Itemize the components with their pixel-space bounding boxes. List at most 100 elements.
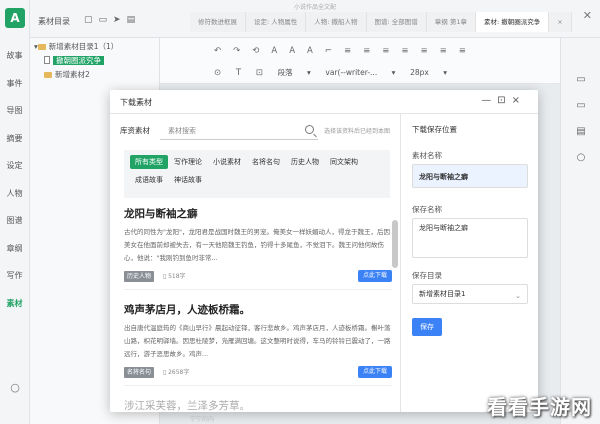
size-select-value: 28px <box>410 68 429 77</box>
paragraph-select[interactable]: 段落 ▾ <box>278 63 311 83</box>
rail-item[interactable]: 导图 <box>0 97 29 125</box>
font-select-value: var(--writer-... <box>325 68 378 77</box>
search-row: 库资素材 素材搜索 选择该资料后已经到本图 <box>120 122 390 140</box>
item-excerpt: 出自唐代温庭筠的《商山早行》晨起动征铎，客行悲故乡。鸡声茅店月，人迹板桥霜。槲叶… <box>124 324 391 358</box>
document-tab[interactable]: 图谱: 全部图谱 <box>366 12 427 32</box>
circle-icon[interactable]: ⊙ <box>214 68 221 78</box>
folder-icon <box>44 72 52 78</box>
tree-item-selected[interactable]: 撤朝圈派究争 <box>30 54 159 68</box>
rail-item[interactable]: 摘要 <box>0 125 29 153</box>
category-chip[interactable]: 成语故事 <box>130 173 168 187</box>
category-chip[interactable]: 所有类型 <box>130 155 168 169</box>
category-chip[interactable]: 写作理论 <box>169 155 207 169</box>
folder-icon[interactable]: ▭ <box>99 15 114 25</box>
list-item[interactable]: 龙阳与断袖之癖 古代的同性为"龙阳"，龙阳君是战国时魏王的男宠。俺美女一样妖媚动… <box>124 206 392 290</box>
font-select[interactable]: var(--writer-... ▾ <box>325 63 395 83</box>
tree-tools: ▢▭➤▤ <box>84 15 141 25</box>
library-label: 库资素材 <box>120 126 150 135</box>
tree-item[interactable]: 新增素材2 <box>30 68 159 82</box>
item-title: 龙阳与断袖之癖 <box>124 208 198 220</box>
category-chip[interactable]: 名将名句 <box>247 155 285 169</box>
rail-item[interactable]: 写作 <box>0 262 29 290</box>
rail-item[interactable]: 事件 <box>0 70 29 98</box>
material-list-pane: 库资素材 素材搜索 选择该资料后已经到本图 所有类型 写作理论 小说素材 名将名句 历史… <box>110 114 401 412</box>
category-filter: 所有类型 写作理论 小说素材 名将名句 历史人物 同文架构成语故事 神话故事 <box>124 150 390 198</box>
rail-item[interactable]: 章纲 <box>0 235 29 263</box>
undo-icon[interactable]: ↶ <box>214 46 221 56</box>
download-button[interactable]: 点此下载 <box>357 270 392 282</box>
left-nav-rail: A 故事 事件 导图 摘要 设定 人物 图谱 章纲 写作 素材 ○ <box>0 0 30 424</box>
category-chip[interactable]: 小说素材 <box>208 155 246 169</box>
minimize-icon[interactable]: — <box>481 95 497 106</box>
save-dir-select[interactable]: 新增素材目录1 ⌄ <box>412 284 528 304</box>
format-clear-icon[interactable]: ⟲ <box>252 46 259 56</box>
rail-item[interactable]: 素材 <box>0 290 29 318</box>
maximize-icon[interactable]: ⊡ <box>497 95 511 106</box>
tree-root[interactable]: ▾ 新增素材目录1（1） <box>30 40 159 54</box>
rail-item[interactable]: 图谱 <box>0 207 29 235</box>
align-center-icon[interactable]: ≡ <box>363 46 370 56</box>
redo-icon[interactable]: ↷ <box>233 46 240 56</box>
link-icon[interactable]: ⌐ <box>325 46 332 56</box>
document-tab[interactable]: 设定: 人物属性 <box>246 12 307 32</box>
app-logo: A <box>5 8 25 28</box>
font-bg-icon[interactable]: A <box>289 46 295 56</box>
category-chip[interactable]: 神话故事 <box>169 173 207 187</box>
document-tab[interactable]: 素材: 撤朝圈派究争 <box>476 12 550 32</box>
import-icon[interactable]: ▤ <box>127 15 142 25</box>
top-toolbar: 小说作品全文配 ✕ 素材目录 ▢▭➤▤ 修符数进框展 设定: 人物属性 人物: 撒船… <box>30 0 600 38</box>
item-title: 涉江采芙蓉，兰泽多芳草。 <box>124 400 250 412</box>
folder-icon[interactable]: ▭ <box>561 74 600 85</box>
window-close-icon[interactable]: ✕ <box>583 9 592 22</box>
watermark-logo: 看看手游网 <box>487 395 592 419</box>
category-chip[interactable]: 历史人物 <box>286 155 324 169</box>
tree-item-label: 新增素材2 <box>55 70 90 79</box>
item-meta: 历史人物 ▯ 518字 点此下载 <box>124 269 392 283</box>
tab-close-icon[interactable]: × <box>549 12 572 32</box>
scrollbar[interactable] <box>392 204 398 410</box>
file-icon[interactable]: ▢ <box>84 15 99 25</box>
text-icon[interactable]: T <box>236 68 241 78</box>
align-left-icon[interactable]: ≡ <box>344 46 351 56</box>
close-icon[interactable]: × <box>512 95 526 106</box>
save-dir-value: 新增素材目录1 <box>419 290 466 298</box>
document-tab[interactable]: 章纲 第1章 <box>426 12 476 32</box>
search-icon[interactable] <box>305 125 314 134</box>
rail-item[interactable]: 故事 <box>0 42 29 70</box>
right-rail: ▭ ▭ ▤ ○ <box>560 38 600 424</box>
outdent-icon[interactable]: ≡ <box>459 46 466 56</box>
list-icon[interactable]: ≡ <box>420 46 427 56</box>
font-color-icon[interactable]: A <box>271 46 277 56</box>
send-icon[interactable]: ➤ <box>113 15 127 25</box>
font-size-icon[interactable]: A <box>307 46 313 56</box>
item-excerpt: 古代的同性为"龙阳"，龙阳君是战国时魏王的男宠。俺美女一样妖媚动人，得龙于魏王，… <box>124 228 390 262</box>
frame-icon[interactable]: ⊡ <box>256 68 263 78</box>
monitor-icon[interactable]: ▭ <box>561 100 600 111</box>
category-tag: 名将名句 <box>124 367 155 378</box>
category-chip[interactable]: 同文架构 <box>325 155 363 169</box>
search-input[interactable]: 素材搜索 <box>160 122 318 140</box>
align-right-icon[interactable]: ≡ <box>382 46 389 56</box>
scrollbar-thumb[interactable] <box>392 220 398 268</box>
indent-icon[interactable]: ≡ <box>440 46 447 56</box>
save-button[interactable]: 保存 <box>412 318 442 336</box>
justify-icon[interactable]: ≡ <box>401 46 408 56</box>
document-tab[interactable]: 人物: 撒船人物 <box>306 12 367 32</box>
save-name-label: 保存名称 <box>412 205 442 214</box>
save-name-input[interactable]: 龙阳与断袖之癖 <box>412 218 528 258</box>
list-item[interactable]: 鸡声茅店月，人迹板桥霜。 出自唐代温庭筠的《商山早行》晨起动征铎，客行悲故乡。鸡… <box>124 302 392 386</box>
power-icon[interactable]: ○ <box>0 381 30 394</box>
list-item[interactable]: 涉江采芙蓉，兰泽多芳草。 <box>124 398 392 412</box>
dialog-header: 下载素材 —⊡× <box>110 90 538 114</box>
layout-icon[interactable]: ▤ <box>561 126 600 137</box>
dialog-controls: —⊡× <box>481 95 526 106</box>
document-tab[interactable]: 修符数进框展 <box>190 12 246 32</box>
rail-item[interactable]: 人物 <box>0 180 29 208</box>
save-location-pane: 下载保存位置 素材名称 龙阳与断袖之癖 保存名称 龙阳与断袖之癖 保存目录 新增… <box>402 114 538 412</box>
size-select[interactable]: 28px ▾ <box>410 63 447 83</box>
rail-item[interactable]: 设定 <box>0 152 29 180</box>
download-button[interactable]: 点此下载 <box>357 366 392 378</box>
word-count: ▯ 518字 <box>162 273 186 280</box>
editor-toolbar: ↶ ↷ ⟲ A A A ⌐ ≡ ≡ ≡ ≡ ≡ ≡ ≡ ⊙ T ⊡ 段落 ▾ var(--writer-.… <box>160 38 560 84</box>
circle-icon[interactable]: ○ <box>561 152 600 163</box>
